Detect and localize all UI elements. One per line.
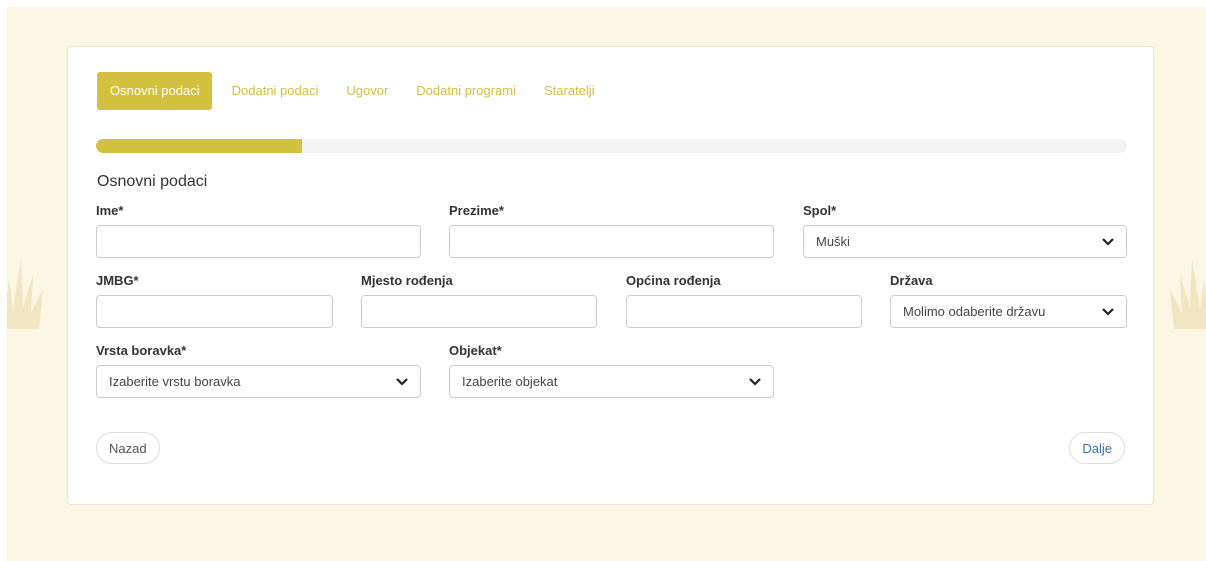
ime-label: Ime* (96, 203, 124, 218)
spol-selected-value: Muški (816, 234, 850, 249)
chevron-down-icon (749, 377, 761, 386)
objekat-select[interactable]: Izaberite objekat (449, 365, 774, 398)
chevron-down-icon (1102, 237, 1114, 246)
opcina-rodjenja-label: Općina rođenja (626, 273, 721, 288)
prezime-label: Prezime* (449, 203, 504, 218)
prezime-input[interactable] (449, 225, 774, 258)
tab-dodatni-podaci[interactable]: Dodatni podaci (218, 72, 333, 110)
vrsta-boravka-label: Vrsta boravka* (96, 343, 187, 358)
drzava-select[interactable]: Molimo odaberite državu (890, 295, 1127, 328)
jmbg-label: JMBG* (96, 273, 139, 288)
progress-bar-fill (96, 139, 303, 153)
form-card: Osnovni podaci Dodatni podaci Ugovor Dod… (67, 46, 1154, 505)
chevron-down-icon (396, 377, 408, 386)
grass-decoration-icon (7, 259, 43, 329)
mjesto-rodjenja-input[interactable] (361, 295, 597, 328)
spol-select[interactable]: Muški (803, 225, 1127, 258)
tab-osnovni-podaci[interactable]: Osnovni podaci (97, 72, 212, 110)
vrsta-boravka-select[interactable]: Izaberite vrstu boravka (96, 365, 421, 398)
grass-decoration-icon (1170, 259, 1206, 329)
progress-bar (96, 139, 1127, 153)
drzava-label: Država (890, 273, 933, 288)
tab-ugovor[interactable]: Ugovor (332, 72, 402, 110)
ime-input[interactable] (96, 225, 421, 258)
wizard-tabs: Osnovni podaci Dodatni podaci Ugovor Dod… (97, 72, 609, 110)
mjesto-rodjenja-label: Mjesto rođenja (361, 273, 453, 288)
objekat-label: Objekat* (449, 343, 502, 358)
jmbg-input[interactable] (96, 295, 333, 328)
opcina-rodjenja-input[interactable] (626, 295, 862, 328)
objekat-selected-value: Izaberite objekat (462, 374, 558, 389)
section-title: Osnovni podaci (97, 173, 208, 190)
tab-dodatni-programi[interactable]: Dodatni programi (402, 72, 530, 110)
next-button[interactable]: Dalje (1069, 432, 1125, 464)
vrsta-boravka-selected-value: Izaberite vrstu boravka (109, 374, 241, 389)
tab-staratelji[interactable]: Staratelji (530, 72, 609, 110)
chevron-down-icon (1102, 307, 1114, 316)
back-button[interactable]: Nazad (96, 432, 160, 464)
drzava-selected-value: Molimo odaberite državu (903, 304, 1046, 319)
spol-label: Spol* (803, 203, 837, 218)
